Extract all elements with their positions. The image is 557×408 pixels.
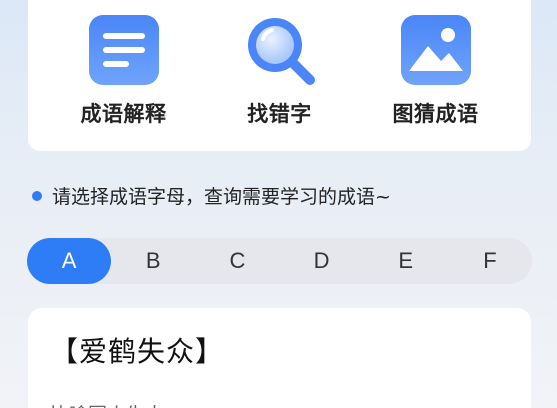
magnifier-icon <box>242 12 318 88</box>
feature-picture-guess[interactable]: 图猜成语 <box>388 12 483 151</box>
bullet-dot-icon <box>32 190 42 201</box>
feature-label: 图猜成语 <box>392 102 479 126</box>
image-icon <box>398 12 474 88</box>
document-icon <box>86 12 162 88</box>
tab-letter-f[interactable]: F <box>448 238 532 284</box>
feature-label: 成语解释 <box>80 102 167 126</box>
feature-card: 成语解释 找错字 图猜成语 <box>28 0 531 151</box>
tip: 请选择成语字母，查询需要学习的成语~ <box>32 182 391 209</box>
feature-find-typo[interactable]: 找错字 <box>232 12 327 151</box>
tip-text: 请选择成语字母，查询需要学习的成语~ <box>52 186 391 208</box>
tab-letter-b[interactable]: B <box>111 238 195 284</box>
idiom-title: 【爱鹤失众】 <box>50 335 225 368</box>
tab-letter-c[interactable]: C <box>195 238 279 284</box>
tab-letter-d[interactable]: D <box>280 238 364 284</box>
tab-letter-e[interactable]: E <box>364 238 448 284</box>
idiom-card[interactable]: 【爱鹤失众】 比喻因小失大。 <box>28 308 531 408</box>
letter-tabs: A B C D E F <box>27 238 532 284</box>
idiom-description: 比喻因小失大。 <box>50 400 531 408</box>
tab-letter-a[interactable]: A <box>27 238 112 284</box>
feature-label: 找错字 <box>247 102 312 126</box>
feature-idiom-explain[interactable]: 成语解释 <box>76 12 171 151</box>
